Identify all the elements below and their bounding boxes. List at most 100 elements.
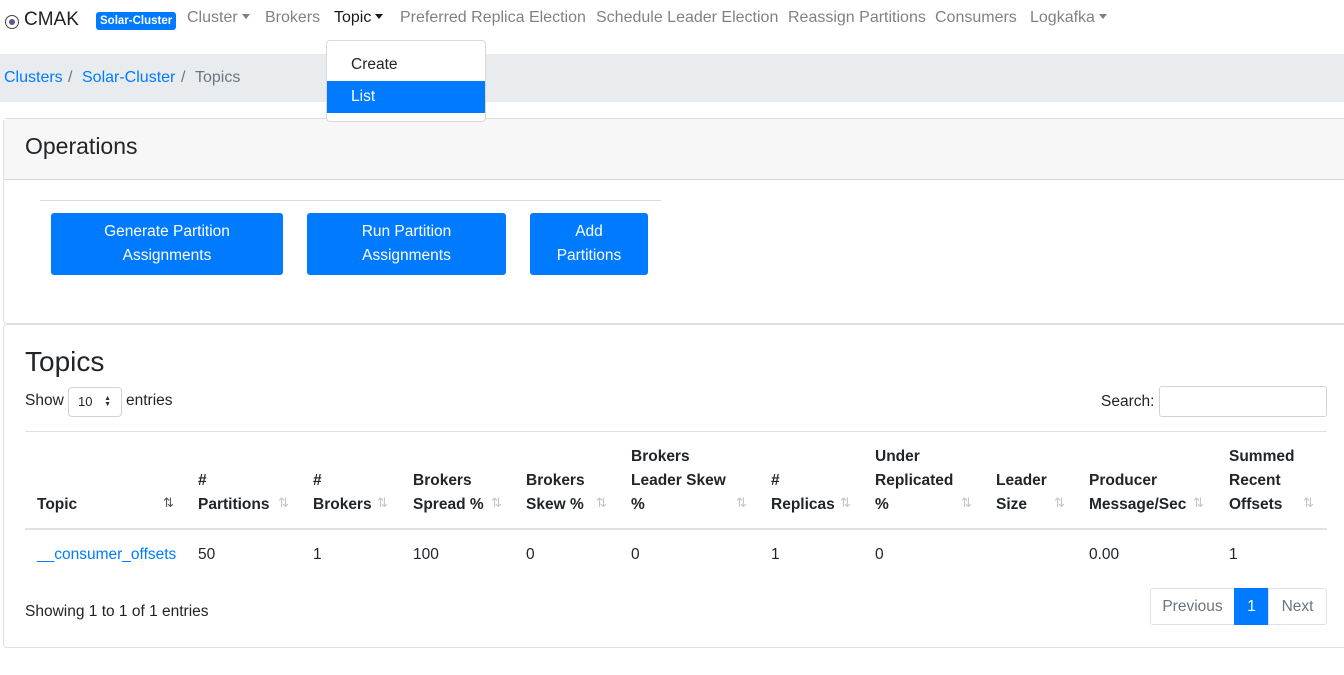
cluster-badge: Solar-Cluster [96, 12, 177, 30]
breadcrumb-clusters[interactable]: Clusters [4, 69, 63, 87]
column-header-label: % [631, 496, 645, 513]
table-cell: 0.00 [1089, 546, 1120, 563]
sort-icon: ⇅ [736, 495, 747, 510]
sort-icon: ⇅ [840, 495, 851, 510]
nav-schedule-leader-election[interactable]: Schedule Leader Election [596, 9, 778, 27]
breadcrumb-cluster[interactable]: Solar-Cluster [82, 69, 175, 87]
nav-cluster-dropdown[interactable]: Cluster [187, 9, 250, 27]
caret-down-icon [241, 14, 250, 19]
nav-consumers[interactable]: Consumers [935, 9, 1017, 27]
menu-item-create[interactable]: Create [327, 49, 485, 81]
pagination-page-current[interactable]: 1 [1234, 588, 1269, 625]
button-label-line: Run Partition [361, 223, 452, 240]
column-header-brokers-skew[interactable]: Brokers Skew % [526, 469, 585, 517]
entries-length-value: 10 [78, 394, 93, 409]
divider [40, 200, 661, 201]
search-label: Search: [1101, 393, 1155, 410]
column-header-label: Brokers [526, 472, 585, 489]
caret-down-icon [375, 14, 384, 19]
sort-icon: ⇅ [163, 495, 174, 510]
entries-length-select[interactable]: 10 ▲ ▼ [68, 387, 122, 417]
button-label-line: Generate Partition [104, 223, 230, 240]
column-header-label: Summed [1229, 448, 1295, 465]
button-label-line: Partitions [556, 247, 622, 264]
column-header-label: # [771, 472, 780, 489]
pagination-next[interactable]: Next [1268, 588, 1327, 625]
button-label-line: Assignments [122, 247, 212, 264]
table-cell-topic[interactable]: __consumer_offsets [37, 546, 176, 564]
operations-card-header: Operations [4, 119, 1344, 180]
table-cell: 0 [526, 546, 535, 563]
breadcrumb-separator: / [68, 69, 73, 86]
column-header-label: Partitions [198, 496, 270, 513]
button-label-line: Assignments [362, 247, 451, 264]
table-cell: 1 [1229, 546, 1238, 563]
nav-logkafka-dropdown[interactable]: Logkafka [1030, 9, 1107, 27]
nav-topic-label: Topic [334, 9, 372, 26]
sort-icon: ⇅ [377, 495, 388, 510]
column-header-partitions[interactable]: # Partitions [198, 469, 269, 517]
column-header-replicas[interactable]: # Replicas [771, 469, 835, 517]
brand-name: CMAK [24, 9, 79, 30]
table-cell: 0 [875, 546, 884, 563]
divider [25, 431, 1327, 432]
column-header-producer-message-sec[interactable]: Producer Message/Sec [1089, 469, 1186, 517]
topics-title: Topics [25, 346, 105, 377]
column-header-label: Brokers [631, 448, 690, 465]
column-header-label: Offsets [1229, 496, 1283, 513]
column-header-label: Brokers [413, 472, 472, 489]
table-cell: 1 [313, 546, 322, 563]
run-partition-assignments-button[interactable]: Run Partition Assignments [307, 213, 506, 275]
table-info: Showing 1 to 1 of 1 entries [25, 603, 209, 620]
column-header-label: # [313, 472, 322, 489]
table-header-divider [25, 528, 1327, 530]
column-header-brokers[interactable]: # Brokers [313, 469, 372, 517]
column-header-label: Producer [1089, 472, 1158, 489]
show-label: Show [25, 392, 64, 409]
column-header-topic[interactable]: Topic [37, 493, 77, 517]
column-header-summed-recent-offsets[interactable]: Summed Recent Offsets [1229, 445, 1294, 517]
column-header-label: # [198, 472, 207, 489]
column-header-label: Leader Skew [631, 472, 726, 489]
column-header-leader-size[interactable]: Leader Size [996, 469, 1047, 517]
nav-cluster-label: Cluster [187, 9, 238, 26]
column-header-label: Message/Sec [1089, 496, 1187, 513]
column-header-label: Spread % [413, 496, 484, 513]
column-header-brokers-spread[interactable]: Brokers Spread % [413, 469, 484, 517]
brand[interactable]: CMAK [5, 9, 79, 31]
breadcrumb-current: Topics [195, 69, 241, 86]
pagination-previous[interactable]: Previous [1150, 588, 1235, 625]
nav-preferred-replica-election[interactable]: Preferred Replica Election [400, 9, 586, 27]
column-header-label: Skew % [526, 496, 584, 513]
table-cell: 0 [631, 546, 640, 563]
breadcrumb-separator: / [181, 69, 186, 86]
column-header-label: Replicas [771, 496, 835, 513]
nav-brokers[interactable]: Brokers [265, 9, 320, 27]
sort-icon: ⇅ [961, 495, 972, 510]
column-header-label: Recent [1229, 472, 1281, 489]
entries-label: entries [126, 392, 173, 409]
topic-dropdown-menu: Create List [326, 40, 486, 122]
sort-icon: ⇅ [596, 495, 607, 510]
caret-down-icon [1098, 14, 1107, 19]
sort-icon: ⇅ [491, 495, 502, 510]
column-header-brokers-leader-skew[interactable]: Brokers Leader Skew % [631, 445, 726, 517]
generate-partition-assignments-button[interactable]: Generate Partition Assignments [51, 213, 283, 275]
nav-reassign-partitions[interactable]: Reassign Partitions [788, 9, 926, 27]
breadcrumb: Clusters / Solar-Cluster / Topics [0, 54, 1344, 102]
operations-title: Operations [25, 133, 138, 159]
menu-item-list[interactable]: List [327, 81, 485, 113]
column-header-label: Leader [996, 472, 1047, 489]
sort-icon: ⇅ [278, 495, 289, 510]
table-cell: 100 [413, 546, 439, 563]
cmak-logo-icon [5, 15, 19, 29]
select-updown-icon: ▲ ▼ [104, 395, 111, 408]
nav-topic-dropdown[interactable]: Topic [334, 9, 384, 27]
add-partitions-button[interactable]: Add Partitions [530, 213, 648, 275]
column-header-under-replicated[interactable]: Under Replicated % [875, 445, 953, 517]
sort-icon: ⇅ [1054, 495, 1065, 510]
topic-link[interactable]: __consumer_offsets [37, 546, 176, 563]
column-header-label: Replicated [875, 472, 954, 489]
search-input[interactable] [1159, 386, 1327, 417]
column-header-label: Under [875, 448, 920, 465]
